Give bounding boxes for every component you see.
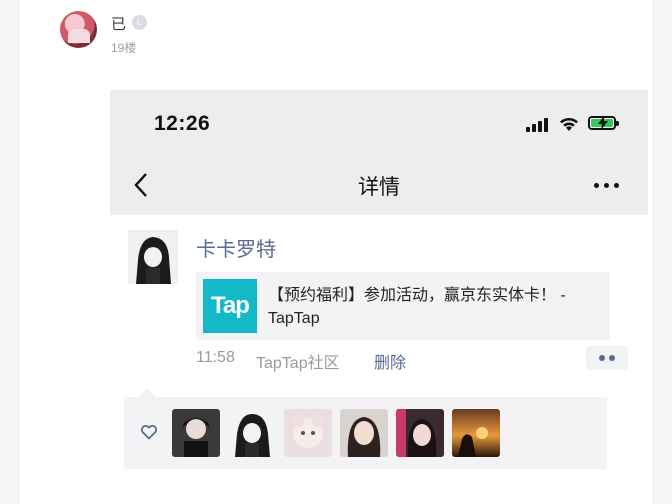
level-badge-icon: L bbox=[132, 15, 147, 30]
comment-like-menu-button[interactable] bbox=[586, 346, 628, 370]
wifi-icon bbox=[560, 117, 578, 131]
delete-link[interactable]: 删除 bbox=[374, 349, 406, 373]
link-title: 【预约福利】参加活动，赢京东实体卡！ - TapTap bbox=[268, 287, 566, 327]
battery-charging-icon bbox=[588, 116, 619, 130]
floor-number: 19楼 bbox=[111, 41, 137, 55]
like-avatar[interactable] bbox=[340, 409, 388, 457]
user-avatar[interactable] bbox=[60, 11, 97, 48]
post-source[interactable]: TapTap社区 bbox=[256, 349, 340, 373]
like-avatar[interactable] bbox=[172, 409, 220, 457]
like-avatar[interactable] bbox=[228, 409, 276, 457]
status-time: 12:26 bbox=[154, 112, 211, 135]
cellular-signal-icon bbox=[526, 116, 552, 132]
post-time: 11:58 bbox=[196, 349, 235, 366]
like-avatar[interactable] bbox=[284, 409, 332, 457]
post-card: 已 L 19楼 12:26 详情 卡卡罗特 Tap 【预约福利】参加活动，赢京东… bbox=[20, 0, 652, 504]
page-title: 详情 bbox=[358, 176, 400, 199]
shared-link-card[interactable]: Tap 【预约福利】参加活动，赢京东实体卡！ - TapTap bbox=[196, 272, 610, 340]
heart-icon bbox=[140, 425, 158, 440]
taptap-logo: Tap bbox=[203, 279, 257, 333]
embedded-screenshot[interactable]: 12:26 详情 卡卡罗特 Tap 【预约福利】参加活动，赢京东实体卡！ - T… bbox=[110, 90, 648, 504]
username[interactable]: 已 bbox=[111, 13, 126, 34]
like-avatar[interactable] bbox=[452, 409, 500, 457]
likes-section bbox=[124, 397, 607, 469]
like-avatar[interactable] bbox=[396, 409, 444, 457]
author-name[interactable]: 卡卡罗特 bbox=[196, 233, 276, 262]
wechat-header: 12:26 详情 bbox=[110, 90, 648, 215]
author-avatar[interactable] bbox=[128, 230, 178, 284]
likes-pointer bbox=[138, 388, 156, 397]
more-options-icon[interactable] bbox=[594, 183, 622, 189]
